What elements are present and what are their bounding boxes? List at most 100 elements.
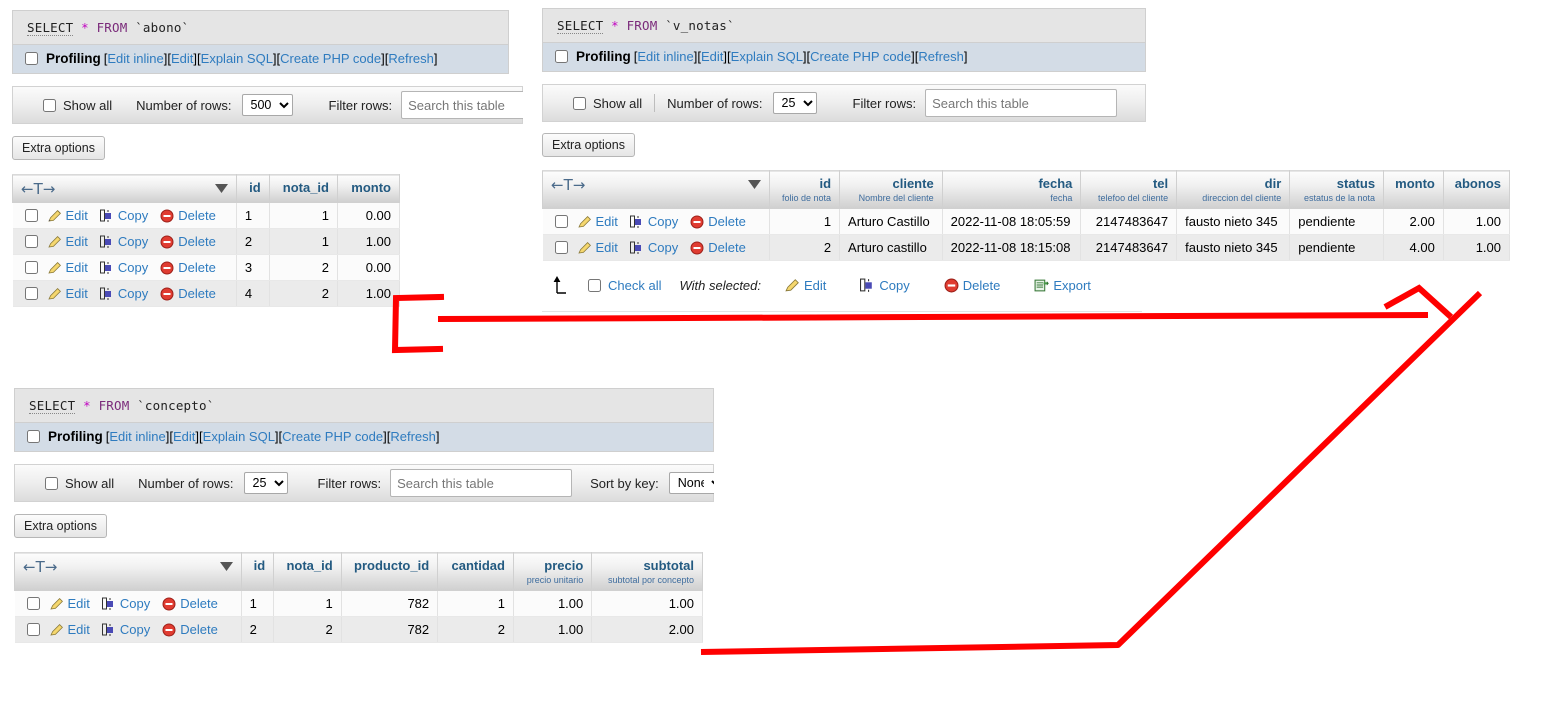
column-header-monto[interactable]: monto (1383, 170, 1444, 209)
edit-link[interactable]: Edit (68, 622, 90, 637)
sort-by-key-select[interactable]: None (668, 472, 714, 494)
column-header-precio[interactable]: precio precio unitario (512, 552, 593, 591)
profiling-checkbox[interactable] (25, 52, 38, 65)
delete-link[interactable]: Delete (708, 214, 746, 229)
column-header-cantidad[interactable]: cantidad (437, 552, 514, 591)
row-select-checkbox[interactable] (24, 261, 38, 274)
table-row[interactable]: Edit Copy Delete 1 1 782 1 1.00 1.00 (14, 590, 703, 617)
profiling-checkbox[interactable] (27, 430, 40, 443)
row-select-checkbox[interactable] (24, 209, 38, 222)
delete-action[interactable]: Delete (162, 622, 218, 637)
edit-action[interactable]: Edit (47, 286, 88, 301)
copy-link[interactable]: Copy (120, 596, 150, 611)
column-header-nota_id[interactable]: nota_id (273, 552, 342, 591)
copy-action[interactable]: Copy (99, 234, 148, 249)
search-input[interactable] (390, 469, 573, 497)
column-header-controls[interactable]: ←T→ (12, 174, 237, 203)
edit-action[interactable]: Edit (49, 596, 90, 611)
rows-per-page-select[interactable]: 500 (241, 94, 293, 116)
delete-action[interactable]: Delete (160, 208, 216, 223)
column-header-fecha[interactable]: fecha fecha (941, 170, 1082, 209)
column-header-tel[interactable]: tel telefoo del cliente (1080, 170, 1178, 209)
column-header-id[interactable]: id folio de nota (768, 170, 841, 209)
edit-action[interactable]: Edit (47, 260, 88, 275)
column-header-producto_id[interactable]: producto_id (340, 552, 439, 591)
delete-action[interactable]: Delete (690, 214, 746, 229)
edit-action[interactable]: Edit (577, 214, 618, 229)
column-header-id[interactable]: id (235, 174, 270, 203)
column-header-nota_id[interactable]: nota_id (268, 174, 339, 203)
sort-arrow-icon[interactable] (219, 559, 233, 574)
delete-link[interactable]: Delete (180, 596, 218, 611)
bulk-copy-action[interactable]: Copy (860, 278, 910, 293)
bulk-edit-action[interactable]: Edit (785, 278, 826, 293)
edit-link[interactable]: Edit (66, 286, 88, 301)
refresh-link[interactable]: Refresh (918, 49, 964, 64)
search-input[interactable] (925, 89, 1118, 117)
table-row[interactable]: Edit Copy Delete 2 1 1.00 (12, 228, 400, 255)
delete-link[interactable]: Delete (178, 234, 216, 249)
edit-link[interactable]: Edit (171, 51, 193, 66)
bulk-delete-action[interactable]: Delete (944, 278, 1001, 293)
table-row[interactable]: Edit Copy Delete 2 Arturo castillo 2022-… (542, 234, 1511, 261)
show-all-checkbox[interactable] (573, 96, 586, 110)
delete-link[interactable]: Delete (708, 240, 746, 255)
extra-options-button[interactable]: Extra options (542, 133, 635, 157)
table-row[interactable]: Edit Copy Delete 1 Arturo Castillo 2022-… (542, 208, 1511, 235)
copy-link[interactable]: Copy (118, 286, 148, 301)
edit-action[interactable]: Edit (47, 208, 88, 223)
row-select-checkbox[interactable] (26, 597, 40, 610)
table-row[interactable]: Edit Copy Delete 2 2 782 2 1.00 2.00 (14, 616, 703, 643)
check-all-checkbox[interactable] (588, 278, 601, 292)
rows-per-page-select[interactable]: 25 (243, 472, 288, 494)
row-select-checkbox[interactable] (554, 215, 568, 228)
delete-link[interactable]: Delete (178, 260, 216, 275)
column-header-controls[interactable]: ←T→ (542, 170, 770, 209)
delete-link[interactable]: Delete (180, 622, 218, 637)
create-php-code-link[interactable]: Create PHP code (282, 429, 383, 444)
column-header-monto[interactable]: monto (337, 174, 400, 203)
edit-link[interactable]: Edit (596, 240, 618, 255)
row-select-checkbox[interactable] (26, 623, 40, 636)
copy-link[interactable]: Copy (118, 234, 148, 249)
sort-arrow-icon[interactable] (214, 181, 228, 196)
row-select-checkbox[interactable] (24, 287, 38, 300)
delete-action[interactable]: Delete (160, 260, 216, 275)
row-select-checkbox[interactable] (554, 241, 568, 254)
copy-action[interactable]: Copy (99, 286, 148, 301)
delete-link[interactable]: Delete (178, 286, 216, 301)
copy-action[interactable]: Copy (101, 596, 150, 611)
create-php-code-link[interactable]: Create PHP code (810, 49, 911, 64)
explain-sql-link[interactable]: Explain SQL (201, 51, 273, 66)
delete-action[interactable]: Delete (162, 596, 218, 611)
edit-action[interactable]: Edit (49, 622, 90, 637)
sql-query-concepto[interactable]: SELECT * FROM `concepto` (14, 388, 714, 422)
rows-per-page-select[interactable]: 25 (772, 92, 817, 114)
show-all-checkbox[interactable] (43, 98, 56, 112)
delete-action[interactable]: Delete (160, 234, 216, 249)
copy-link[interactable]: Copy (648, 214, 678, 229)
copy-action[interactable]: Copy (99, 260, 148, 275)
create-php-code-link[interactable]: Create PHP code (280, 51, 381, 66)
explain-sql-link[interactable]: Explain SQL (731, 49, 803, 64)
column-header-subtotal[interactable]: subtotal subtotal por concepto (591, 552, 703, 591)
profiling-checkbox[interactable] (555, 50, 568, 63)
edit-inline-link[interactable]: Edit inline (107, 51, 163, 66)
column-header-dir[interactable]: dir direccion del cliente (1176, 170, 1291, 209)
table-row[interactable]: Edit Copy Delete 1 1 0.00 (12, 202, 400, 229)
column-header-status[interactable]: status estatus de la nota (1289, 170, 1385, 209)
bulk-delete-link[interactable]: Delete (963, 278, 1001, 293)
bulk-export-link[interactable]: Export (1053, 278, 1091, 293)
copy-action[interactable]: Copy (629, 214, 678, 229)
copy-link[interactable]: Copy (120, 622, 150, 637)
edit-link[interactable]: Edit (66, 260, 88, 275)
table-row[interactable]: Edit Copy Delete 3 2 0.00 (12, 254, 400, 281)
delete-action[interactable]: Delete (690, 240, 746, 255)
refresh-link[interactable]: Refresh (388, 51, 434, 66)
column-header-id[interactable]: id (240, 552, 275, 591)
copy-action[interactable]: Copy (629, 240, 678, 255)
edit-action[interactable]: Edit (577, 240, 618, 255)
edit-link[interactable]: Edit (173, 429, 195, 444)
copy-link[interactable]: Copy (118, 208, 148, 223)
check-all-label[interactable]: Check all (608, 278, 661, 293)
